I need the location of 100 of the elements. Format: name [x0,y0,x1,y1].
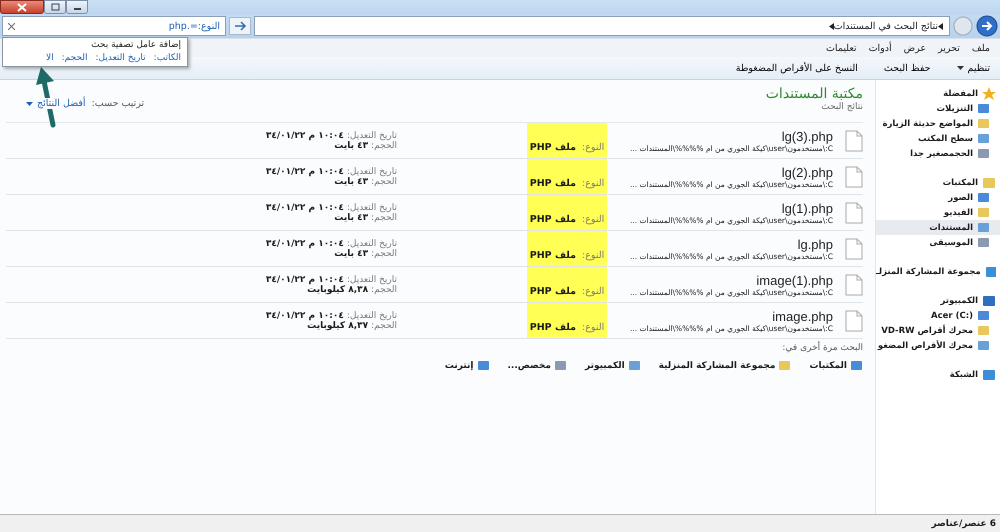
library-subtitle: نتائج البحث [820,102,863,112]
type-value: ملف PHP [530,142,576,153]
sort-label: ترتيب حسب: [92,98,144,109]
filter-link[interactable]: الكاتب: [154,53,181,63]
sidebar-item[interactable]: المواضع حديثة الزيارة [876,116,1000,131]
sidebar-item[interactable]: الحجمصغير جدا [876,146,1000,161]
type-label: النوع: [582,214,604,225]
toolbar-button[interactable]: النسخ على الأقراص المضغوطة [734,60,860,76]
menu-item[interactable]: عرض [904,42,926,54]
filter-link[interactable]: الحجم: [62,53,88,63]
filter-link[interactable]: تاريخ التعديل: [96,53,146,63]
breadcrumb[interactable]: نتائج البحث في المستندات [834,20,938,32]
file-icon [845,310,863,332]
close-button[interactable] [0,0,44,14]
file-name[interactable]: image(1).php [756,272,833,288]
star-icon [982,86,996,100]
back-button[interactable] [976,15,998,37]
sidebar-item[interactable]: التنزيلات [876,101,1000,116]
file-icon [845,166,863,188]
file-name[interactable]: lg(3).php [782,128,833,144]
size-value: ٤٣ بايت [334,212,368,222]
search-again-label: البحث مرة أخرى في: [781,343,863,353]
file-name[interactable]: image.php [772,308,833,324]
popup-title: إضافة عامل تصفية بحث [90,40,181,50]
type-label: النوع: [582,250,604,261]
modified-value: ١٠:٠٤ م ٣٤/٠١/٢٢ [266,238,344,248]
modified-value: ١٠:٠٤ م ٣٤/٠١/٢٢ [266,274,344,284]
size-label: الحجم: [371,176,397,186]
search-location-link[interactable]: مجموعة المشاركة المنزلية [658,359,792,372]
file-name[interactable]: lg(2).php [782,164,833,180]
file-icon [845,274,863,296]
type-label: النوع: [582,322,604,333]
modified-value: ١٠:٠٤ م ٣٤/٠١/٢٢ [266,130,344,140]
type-label: النوع: [582,178,604,189]
annotation-arrow [34,67,58,129]
size-value: ٨,٣٧ كيلوبايت [307,320,368,330]
type-value: ملف PHP [530,250,576,261]
size-label: الحجم: [371,284,397,294]
file-name[interactable]: lg.php [798,236,833,252]
size-value: ٤٣ بايت [334,176,368,186]
type-label: النوع: [582,286,604,297]
menu-item[interactable]: أدوات [868,42,892,54]
restore-button[interactable] [44,0,66,14]
type-value: ملف PHP [530,214,576,225]
file-icon [845,202,863,224]
sidebar-item[interactable]: محرك أقراص VD-RW [876,323,1000,338]
modified-value: ١٠:٠٤ م ٣٤/٠١/٢٢ [266,310,344,320]
size-label: الحجم: [371,212,397,222]
size-value: ٤٣ بايت [334,140,368,150]
search-location-link[interactable]: المكتبات [809,359,863,372]
size-value: ٤٣ بايت [334,248,368,258]
search-field[interactable]: النوع:=.php [2,16,226,36]
type-label: النوع: [582,142,604,153]
sort-dropdown[interactable]: أفضل النتائج [26,98,86,109]
modified-label: تاريخ التعديل: [346,310,397,320]
restore-icon [50,3,60,11]
sidebar-item[interactable]: الموسيقى [876,235,1000,250]
sidebar-item[interactable]: المستندات [876,220,1000,235]
sidebar-item[interactable]: المكتبات [876,175,1000,190]
toolbar-button[interactable]: حفظ البحث [882,60,932,76]
sidebar-item[interactable]: سطح المكتب [876,131,1000,146]
type-value: ملف PHP [530,286,576,297]
modified-value: ١٠:٠٤ م ٣٤/٠١/٢٢ [266,166,344,176]
clear-icon[interactable] [8,22,15,30]
address-bar[interactable]: نتائج البحث في المستندات [254,16,950,36]
library-title: مكتبة المستندات [766,86,863,102]
size-label: الحجم: [371,140,397,150]
file-icon [845,238,863,260]
size-label: الحجم: [371,320,397,330]
type-value: ملف PHP [530,178,576,189]
search-location-link[interactable]: الكمبيوتر [584,359,641,372]
modified-label: تاريخ التعديل: [346,202,397,212]
file-name[interactable]: lg(1).php [782,200,833,216]
search-location-link[interactable]: إنترنت [444,359,490,372]
modified-label: تاريخ التعديل: [346,238,397,248]
modified-label: تاريخ التعديل: [346,166,397,176]
sidebar-item[interactable]: الشبكة [876,367,1000,382]
sidebar-item[interactable]: Acer (C:) [876,308,1000,323]
filter-link[interactable]: الا [46,53,54,63]
refresh-button[interactable] [229,17,251,35]
menu-item[interactable]: تحرير [938,42,960,54]
type-value: ملف PHP [530,322,576,333]
search-location-link[interactable]: مخصص... [508,359,567,372]
size-label: الحجم: [371,248,397,258]
caret-icon [26,102,33,106]
sidebar-item[interactable]: الكمبيوتر [876,293,1000,308]
close-icon [17,2,27,12]
minimize-button[interactable] [66,0,88,14]
modified-value: ١٠:٠٤ م ٣٤/٠١/٢٢ [266,202,344,212]
sidebar-item[interactable]: المفضلة [876,86,1000,101]
sidebar-item[interactable]: مجموعة المشاركة المنزلـ [876,264,1000,279]
sidebar-item[interactable]: الفيديو [876,205,1000,220]
sidebar-item[interactable]: محرك الأقراص المضغو [876,338,1000,353]
caret-icon [956,66,964,70]
toolbar-button[interactable]: تنظيم [954,60,992,76]
menu-item[interactable]: تعليمات [826,42,857,54]
menu-item[interactable]: ملف [972,42,990,54]
sidebar-item[interactable]: الصور [876,190,1000,205]
chevron-icon [938,22,943,30]
status-text: 6 عنصر/عناصر [932,518,996,528]
